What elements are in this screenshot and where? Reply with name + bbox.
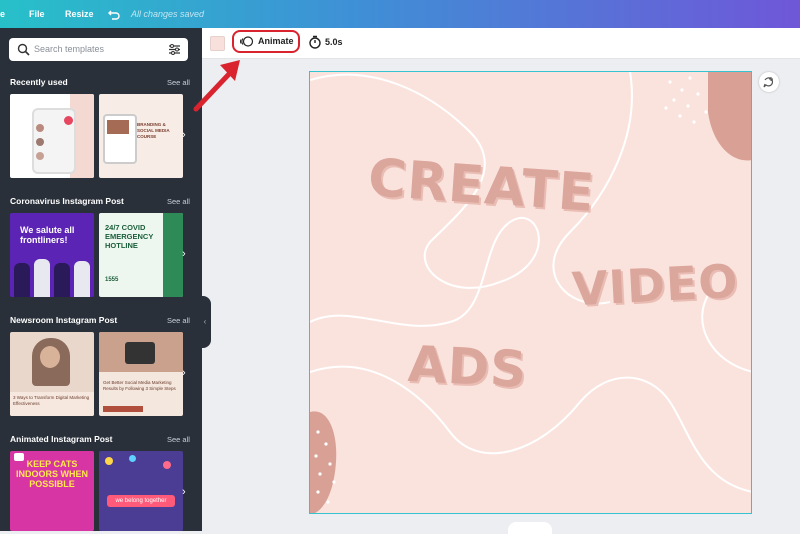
- duration-value: 5.0s: [325, 37, 343, 47]
- page-handle[interactable]: [508, 522, 552, 534]
- thumb-title: BRANDING & SOCIAL MEDIA COURSE: [137, 122, 170, 139]
- save-status: All changes saved: [131, 9, 205, 19]
- animate-label: Animate: [258, 36, 294, 46]
- thumb-title: 24/7 COVID EMERGENCY HOTLINE: [105, 223, 154, 250]
- background-color-swatch[interactable]: [210, 36, 225, 51]
- thumb-number: 1555: [105, 277, 119, 283]
- add-comment-icon[interactable]: [759, 72, 779, 92]
- chevron-right-icon[interactable]: ›: [182, 128, 192, 142]
- thumb-text: We salute all frontliners!: [20, 225, 75, 245]
- collapse-sidebar-handle[interactable]: ‹: [199, 296, 211, 348]
- headline-word-video[interactable]: VIDEO: [571, 254, 740, 317]
- file-menu[interactable]: File: [29, 0, 45, 28]
- template-thumb-animated-1[interactable]: KEEP CATS INDOORS WHEN POSSIBLE: [10, 451, 94, 531]
- templates-sidebar: Search templates Recently used See all B…: [0, 28, 202, 531]
- see-all-animated[interactable]: See all: [167, 435, 190, 444]
- animate-button[interactable]: Animate: [232, 30, 300, 53]
- see-all-recently-used[interactable]: See all: [167, 78, 190, 87]
- filter-icon[interactable]: [168, 43, 181, 61]
- top-bar: e File Resize All changes saved: [0, 0, 800, 28]
- template-thumb-newsroom-2[interactable]: Get Better Social Media Marketing Result…: [99, 332, 183, 416]
- section-title-recently-used: Recently used: [10, 77, 68, 87]
- resize-menu[interactable]: Resize: [65, 0, 94, 28]
- timer-icon: [309, 35, 321, 49]
- headline-word-ads[interactable]: ADS: [407, 335, 529, 399]
- animate-icon: [240, 35, 254, 53]
- design-canvas[interactable]: CREATE VIDEO ADS: [309, 71, 752, 514]
- chevron-right-icon[interactable]: ›: [182, 247, 192, 261]
- template-thumb-animated-2[interactable]: we belong together: [99, 451, 183, 531]
- thumb-text: we belong together: [107, 495, 175, 507]
- duration-control[interactable]: 5.0s: [308, 35, 343, 54]
- template-thumb-recent-2[interactable]: BRANDING & SOCIAL MEDIA COURSE: [99, 94, 183, 178]
- chevron-right-icon[interactable]: ›: [182, 485, 192, 499]
- template-thumb-coronavirus-1[interactable]: We salute all frontliners!: [10, 213, 94, 297]
- see-all-newsroom[interactable]: See all: [167, 316, 190, 325]
- search-placeholder: Search templates: [34, 44, 105, 54]
- thumb-caption: 3 Ways to Transform Digital Marketing Ef…: [13, 395, 90, 406]
- template-thumb-coronavirus-2[interactable]: 24/7 COVID EMERGENCY HOTLINE 1555: [99, 213, 183, 297]
- editor-toolbar: Animate 5.0s: [202, 28, 800, 59]
- thumb-caption: Get Better Social Media Marketing Result…: [103, 380, 176, 391]
- section-title-newsroom: Newsroom Instagram Post: [10, 315, 118, 325]
- template-thumb-recent-1[interactable]: [10, 94, 94, 178]
- see-all-coronavirus[interactable]: See all: [167, 197, 190, 206]
- chevron-right-icon[interactable]: ›: [182, 366, 192, 380]
- section-title-animated: Animated Instagram Post: [10, 434, 113, 444]
- search-templates-field[interactable]: Search templates: [9, 38, 188, 61]
- search-icon: [17, 43, 30, 61]
- home-menu[interactable]: e: [0, 0, 5, 28]
- section-title-coronavirus: Coronavirus Instagram Post: [10, 196, 124, 206]
- undo-icon[interactable]: [108, 0, 120, 28]
- thumb-text: KEEP CATS INDOORS WHEN POSSIBLE: [16, 459, 88, 489]
- annotation-arrow-icon: [193, 60, 240, 112]
- template-thumb-newsroom-1[interactable]: 3 Ways to Transform Digital Marketing Ef…: [10, 332, 94, 416]
